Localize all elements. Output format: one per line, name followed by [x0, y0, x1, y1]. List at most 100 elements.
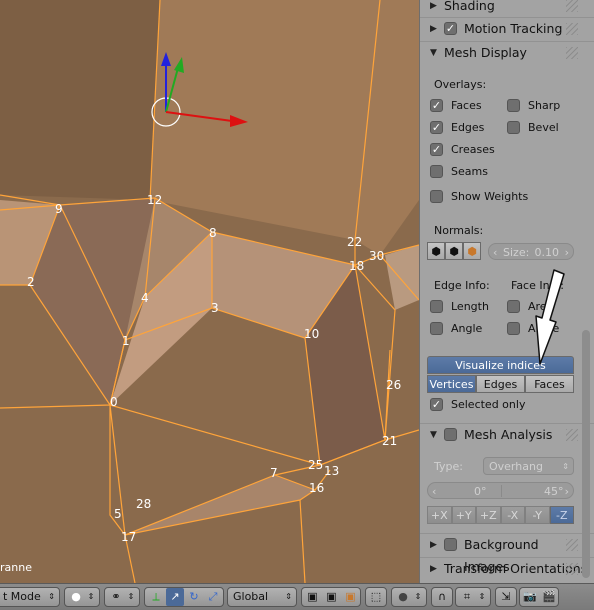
mode-dropdown[interactable]: t Mode ⇕ — [0, 587, 60, 607]
analysis-min-value[interactable]: 0° — [474, 483, 487, 500]
orientation-dropdown[interactable]: Global ⇕ — [227, 587, 297, 607]
decrement-arrow-icon[interactable]: ‹ — [432, 483, 436, 500]
vertex-index-label: 12 — [147, 193, 163, 207]
drag-grip-icon[interactable] — [566, 47, 578, 59]
size-label: Size: — [503, 246, 530, 259]
mesh-display-panel-header[interactable]: ▼ Mesh Display — [420, 42, 588, 64]
expand-triangle-icon[interactable]: ▶ — [430, 18, 437, 40]
axis-button-group: +X +Y +Z -X -Y -Z — [427, 506, 574, 524]
scale-manipulator-icon[interactable]: ⤢ — [204, 588, 222, 606]
snap-grid-icon: ⌗ — [463, 590, 471, 603]
background-images-checkbox[interactable] — [444, 538, 457, 551]
panel-scrollbar[interactable] — [582, 330, 590, 578]
camera-icon[interactable]: 📷 — [521, 588, 539, 606]
analysis-type-label: Type: — [434, 460, 463, 473]
collapse-triangle-icon[interactable]: ▼ — [430, 424, 437, 446]
tab-vertices[interactable]: Vertices — [427, 375, 476, 393]
range-divider — [501, 485, 502, 497]
occlude-geometry-toggle[interactable]: ⬚ — [365, 587, 387, 607]
proportional-edit-dropdown[interactable]: ● ⇕ — [391, 587, 427, 607]
expand-triangle-icon[interactable]: ▶ — [430, 534, 437, 556]
motion-tracking-panel-header[interactable]: ▶ ✓ Motion Tracking — [420, 18, 588, 40]
pivot-point-dropdown[interactable]: ⚭ ⇕ — [104, 587, 140, 607]
decrement-arrow-icon[interactable]: ‹ — [493, 244, 497, 261]
drag-grip-icon[interactable] — [566, 563, 578, 575]
analysis-range-field[interactable]: ‹ 0° 45° › — [427, 482, 574, 499]
clapperboard-icon[interactable]: 🎬 — [540, 588, 558, 606]
tab-edges[interactable]: Edges — [476, 375, 525, 393]
analysis-type-dropdown[interactable]: Overhang ⇕ — [483, 457, 574, 475]
mesh-analysis-panel-header[interactable]: ▼ Mesh Analysis — [420, 424, 588, 446]
expand-triangle-icon[interactable]: ▶ — [430, 0, 437, 17]
seams-checkbox[interactable] — [430, 165, 443, 178]
snap-element-dropdown[interactable]: ⌗ ⇕ — [455, 587, 491, 607]
selected-only-label: Selected only — [451, 398, 526, 411]
edges-checkbox[interactable]: ✓ — [430, 121, 443, 134]
shading-panel-header[interactable]: ▶ Shading — [420, 0, 588, 17]
edge-length-checkbox[interactable] — [430, 300, 443, 313]
increment-arrow-icon[interactable]: › — [565, 244, 569, 261]
bevel-checkbox[interactable] — [507, 121, 520, 134]
drag-grip-icon[interactable] — [566, 0, 578, 12]
snap-target-button[interactable]: ⇲ — [495, 587, 517, 607]
face-far-right — [385, 245, 419, 310]
increment-arrow-icon[interactable]: › — [565, 483, 569, 500]
face-select-icon[interactable]: ▣ — [341, 588, 360, 606]
edge-angle-label: Angle — [451, 322, 483, 335]
viewport-shading-dropdown[interactable]: ● ⇕ — [64, 587, 100, 607]
dropdown-arrows-icon: ⇕ — [285, 592, 292, 601]
3d-viewport[interactable]: 0 1 2 3 4 5 7 8 9 10 12 13 16 17 18 21 2… — [0, 0, 419, 583]
rotate-manipulator-icon[interactable]: ↻ — [185, 588, 203, 606]
mesh-canvas[interactable] — [0, 0, 419, 583]
analysis-max-value[interactable]: 45° — [544, 483, 564, 500]
vertex-index-label: 2 — [27, 275, 35, 289]
creases-checkbox[interactable]: ✓ — [430, 143, 443, 156]
panel-title: Mesh Display — [444, 45, 527, 60]
axis-pos-z-button[interactable]: +Z — [476, 506, 501, 524]
drag-grip-icon[interactable] — [566, 539, 578, 551]
background-images-panel-header[interactable]: ▶ Background Images — [420, 534, 588, 574]
viewport-header-bar: t Mode ⇕ ● ⇕ ⚭ ⇕ ⟂ ↗ ↻ ⤢ Global ⇕ ▣ ▣ ▣ … — [0, 583, 594, 610]
bg-face-dark — [0, 0, 160, 200]
transform-orientations-panel-header[interactable]: ▶ Transform Orientations — [420, 558, 588, 580]
select-mode-group: ▣ ▣ ▣ — [301, 587, 361, 607]
vertex-normals-toggle[interactable]: ⬢ — [427, 242, 445, 260]
motion-tracking-checkbox[interactable]: ✓ — [444, 22, 457, 35]
axis-neg-y-button[interactable]: -Y — [525, 506, 550, 524]
vertex-index-label: 26 — [386, 378, 402, 392]
axis-pos-y-button[interactable]: +Y — [451, 506, 476, 524]
manipulator-axes-icon[interactable]: ⟂ — [147, 588, 165, 606]
normals-size-field[interactable]: ‹ Size: 0.10 › — [488, 243, 574, 260]
faces-checkbox[interactable]: ✓ — [430, 99, 443, 112]
panel-title: Shading — [444, 0, 495, 13]
vertex-index-label: 8 — [209, 226, 217, 240]
vertex-select-icon[interactable]: ▣ — [303, 588, 322, 606]
vertex-index-label: 21 — [382, 434, 398, 448]
drag-grip-icon[interactable] — [566, 23, 578, 35]
axis-neg-x-button[interactable]: -X — [500, 506, 525, 524]
vertex-index-label: 1 — [122, 334, 130, 348]
face-angle-checkbox[interactable] — [507, 322, 520, 335]
show-weights-checkbox[interactable] — [430, 190, 443, 203]
edge-length-label: Length — [451, 300, 489, 313]
face-normals-toggle[interactable]: ⬢ — [463, 242, 481, 260]
bevel-label: Bevel — [528, 121, 559, 134]
properties-panel: ▶ Shading ▶ ✓ Motion Tracking ▼ Mesh Dis… — [419, 0, 594, 583]
edge-angle-checkbox[interactable] — [430, 322, 443, 335]
axis-neg-z-button[interactable]: -Z — [549, 506, 574, 524]
orientation-value: Global — [233, 590, 269, 603]
collapse-triangle-icon[interactable]: ▼ — [430, 42, 437, 64]
snap-toggle[interactable]: ∩ — [431, 587, 453, 607]
sharp-checkbox[interactable] — [507, 99, 520, 112]
expand-triangle-icon[interactable]: ▶ — [430, 558, 437, 580]
mesh-analysis-checkbox[interactable] — [444, 428, 457, 441]
drag-grip-icon[interactable] — [566, 429, 578, 441]
show-weights-label: Show Weights — [451, 190, 529, 203]
edge-select-icon[interactable]: ▣ — [322, 588, 341, 606]
axis-pos-x-button[interactable]: +X — [427, 506, 452, 524]
face-area-checkbox[interactable] — [507, 300, 520, 313]
selected-only-checkbox[interactable]: ✓ — [430, 398, 443, 411]
split-normals-toggle[interactable]: ⬢ — [445, 242, 463, 260]
translate-manipulator-icon[interactable]: ↗ — [166, 588, 184, 606]
vertex-index-label: 3 — [211, 301, 219, 315]
